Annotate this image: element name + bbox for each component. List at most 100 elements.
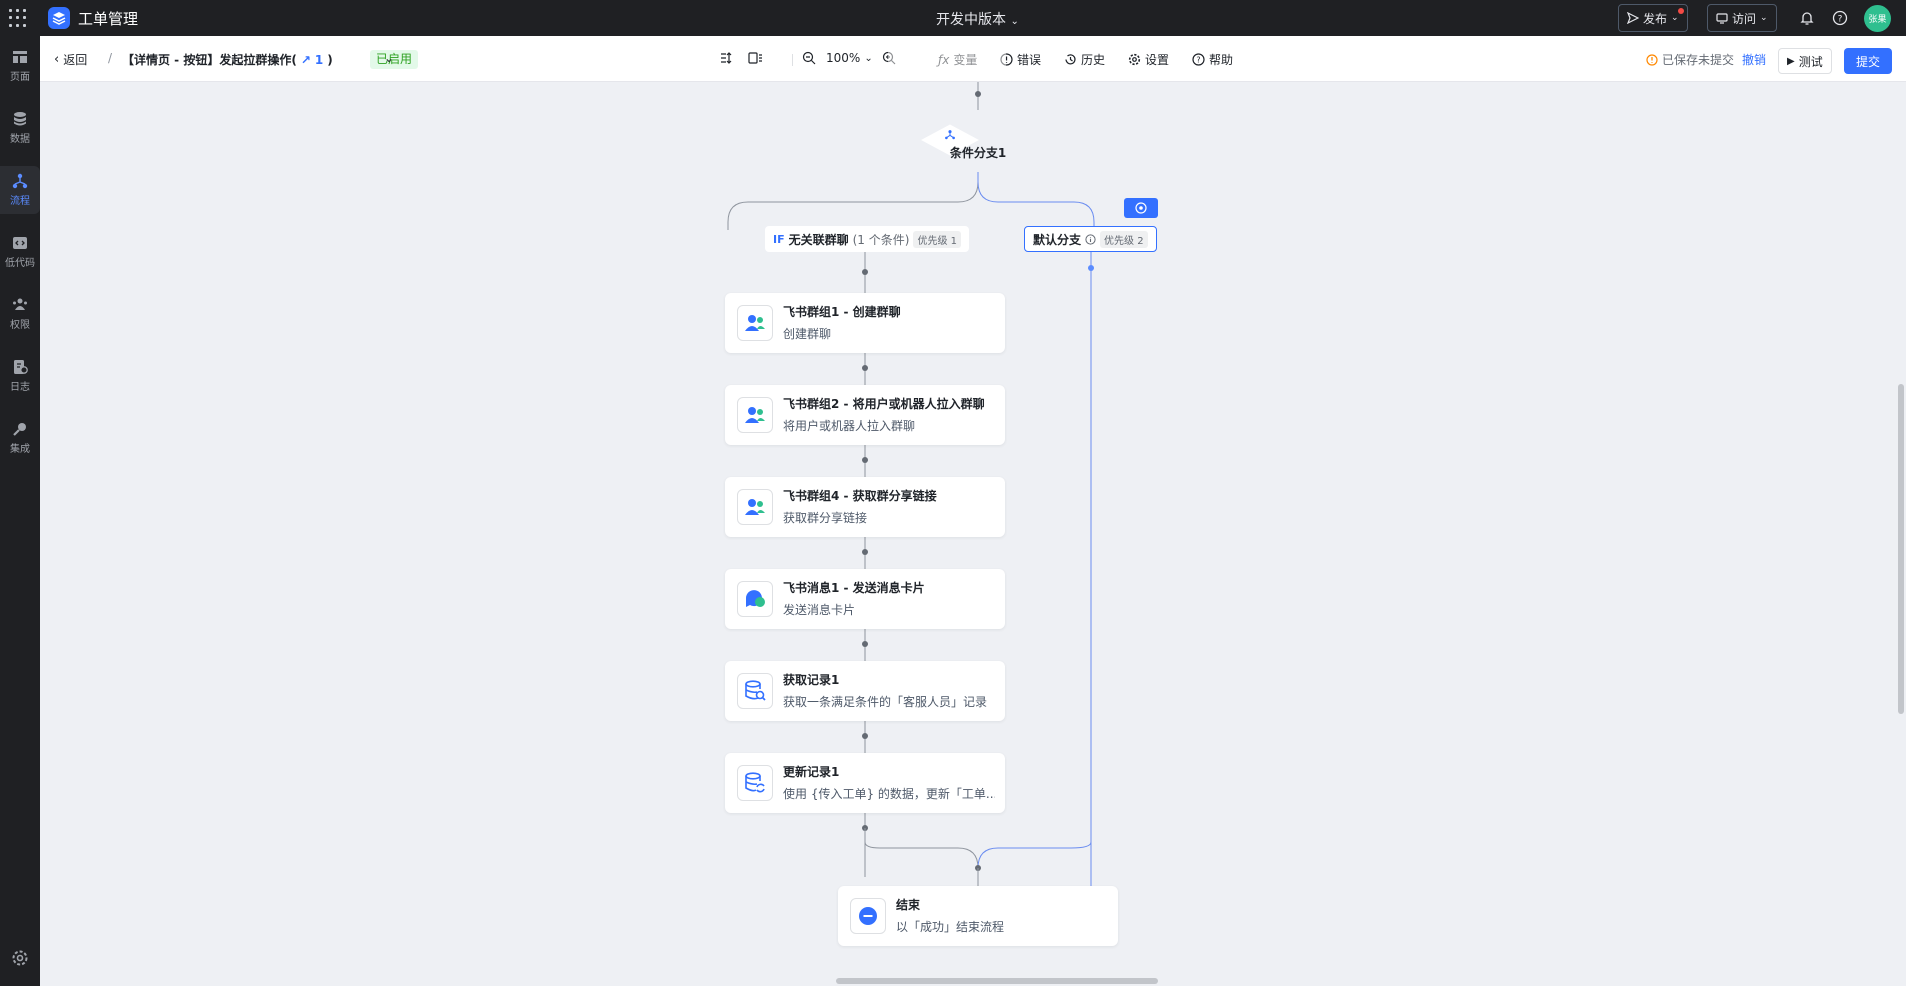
flow-canvas[interactable]: 条件分支1 IF 无关联群聊 (1 个条件) 优先级 1 默认分支 优先级 2 … (40, 36, 1906, 986)
node-title: 飞书群组4 - 获取群分享链接 (783, 489, 937, 503)
chevron-down-icon: ⌄ (864, 52, 873, 64)
settings-gear-icon[interactable] (10, 948, 30, 968)
warning-icon (1646, 53, 1658, 66)
database-icon (14, 112, 26, 126)
branch-name: 无关联群聊 (788, 232, 849, 247)
add-circle-icon (1135, 202, 1147, 214)
settings-button[interactable]: 设置 (1128, 51, 1169, 68)
integration-icon (13, 423, 26, 436)
version-number[interactable]: 1 (315, 53, 323, 67)
back-label: 返回 (63, 53, 88, 67)
save-status: 已保存未提交 (1646, 51, 1734, 68)
flow-node-send-card[interactable]: 飞书消息1 - 发送消息卡片 发送消息卡片 (725, 569, 1005, 629)
flow-node-update-record[interactable]: 更新记录1 使用 {传入工单} 的数据，更新「工单... (725, 753, 1005, 813)
send-icon (1627, 12, 1639, 24)
left-sidebar: 页面 数据 流程 低代码 权限 日志 集成 (0, 36, 40, 986)
top-bar: 工单管理 开发中版本 ⌄ 发布 ⌄ 访问 ⌄ ? 张果 (0, 0, 1906, 36)
question-icon: ? (1192, 53, 1205, 66)
flow-node-get-record[interactable]: 获取记录1 获取一条满足条件的「客服人员」记录 (725, 661, 1005, 721)
play-icon: ▶ (1787, 55, 1795, 67)
visit-button[interactable]: 访问 ⌄ (1707, 4, 1777, 32)
node-subtitle: 将用户或机器人拉入群聊 (783, 419, 916, 433)
pages-icon (13, 51, 27, 63)
flow-node-create-group[interactable]: 飞书群组1 - 创建群聊 创建群聊 (725, 293, 1005, 353)
db-update-icon (737, 765, 773, 801)
sidebar-item-label: 低代码 (5, 258, 35, 269)
node-title: 更新记录1 (783, 765, 840, 779)
flow-title: 【详情页 - 按钮】发起拉群操作( (122, 53, 297, 67)
node-subtitle: 以「成功」结束流程 (896, 920, 1005, 934)
sidebar-item-permission[interactable]: 权限 (0, 290, 40, 338)
test-button[interactable]: ▶ 测试 (1778, 48, 1832, 74)
version-label: 开发中版本 (936, 12, 1006, 28)
bell-icon[interactable] (1798, 9, 1816, 27)
undo-link[interactable]: 撤销 (1742, 51, 1766, 68)
errors-label: 错误 (1017, 53, 1042, 67)
node-subtitle: 发送消息卡片 (783, 603, 856, 617)
flow-node-end[interactable]: 结束 以「成功」结束流程 (838, 886, 1118, 946)
zoom-out-icon[interactable] (802, 51, 816, 65)
chevron-down-icon: ⌄ (1671, 13, 1679, 23)
submit-button[interactable]: 提交 (1844, 48, 1893, 74)
version-selector[interactable]: 开发中版本 ⌄ (936, 9, 1019, 29)
zoom-level-select[interactable]: 100% ⌄ (826, 51, 873, 65)
visit-label: 访问 (1732, 11, 1757, 26)
layout-icon[interactable] (720, 51, 734, 65)
app-grid-icon[interactable] (8, 8, 28, 28)
sidebar-item-label: 权限 (10, 320, 30, 331)
history-button[interactable]: 历史 (1064, 51, 1105, 68)
node-subtitle: 使用 {传入工单} 的数据，更新「工单... (783, 787, 995, 801)
avatar[interactable]: 张果 (1864, 5, 1891, 32)
svg-text:?: ? (1196, 56, 1200, 65)
condition-node[interactable] (920, 110, 980, 170)
if-branch-label[interactable]: IF 无关联群聊 (1 个条件) 优先级 1 (765, 226, 969, 252)
node-title: 飞书群组1 - 创建群聊 (783, 305, 901, 319)
sidebar-item-label: 集成 (10, 444, 30, 455)
breadcrumb: 【详情页 - 按钮】发起拉群操作( ↗ 1 ) (122, 51, 333, 68)
message-icon (737, 581, 773, 617)
monitor-icon (1716, 13, 1728, 24)
branch-icon: ↗ (300, 52, 311, 67)
back-button[interactable]: ‹ 返回 (54, 51, 87, 68)
vertical-scrollbar[interactable] (1898, 384, 1904, 714)
help-button[interactable]: ? 帮助 (1192, 51, 1233, 68)
flow-node-share-link[interactable]: 飞书群组4 - 获取群分享链接 获取群分享链接 (725, 477, 1005, 537)
help-icon[interactable]: ? (1831, 9, 1849, 27)
branch-name: 默认分支 (1033, 232, 1082, 247)
default-branch-label[interactable]: 默认分支 优先级 2 (1024, 226, 1157, 252)
code-icon (13, 237, 27, 249)
publish-label: 发布 (1643, 11, 1668, 26)
priority-badge: 优先级 2 (1100, 230, 1148, 248)
hidden-node (888, 36, 1006, 80)
sidebar-item-pages[interactable]: 页面 (0, 42, 40, 90)
flow-node-add-members[interactable]: 飞书群组2 - 将用户或机器人拉入群聊 将用户或机器人拉入群聊 (725, 385, 1005, 445)
notification-dot (1677, 8, 1684, 14)
horizontal-scrollbar[interactable] (836, 978, 1158, 984)
minimap-icon[interactable] (748, 51, 764, 65)
permission-icon (13, 298, 27, 310)
stop-icon (850, 898, 886, 934)
publish-button[interactable]: 发布 ⌄ (1618, 4, 1688, 32)
sidebar-item-lowcode[interactable]: 低代码 (0, 228, 40, 276)
log-icon (14, 360, 28, 374)
sidebar-item-log[interactable]: 日志 (0, 352, 40, 400)
group-icon (737, 397, 773, 433)
condition-node-label: 条件分支1 (949, 146, 1007, 160)
node-title: 获取记录1 (783, 673, 840, 687)
add-branch-button[interactable] (1124, 198, 1158, 218)
node-subtitle: 获取一条满足条件的「客服人员」记录 (783, 695, 988, 709)
sidebar-item-flow[interactable]: 流程 (0, 166, 40, 214)
save-status-label: 已保存未提交 (1662, 53, 1735, 67)
node-subtitle: 获取群分享链接 (783, 511, 868, 525)
chevron-down-icon[interactable]: ⌄ (384, 51, 394, 65)
sidebar-item-integration[interactable]: 集成 (0, 414, 40, 462)
sidebar-item-data[interactable]: 数据 (0, 104, 40, 152)
chevron-left-icon: ‹ (54, 52, 60, 67)
chevron-down-icon: ⌄ (1760, 13, 1768, 23)
sidebar-item-label: 页面 (10, 72, 30, 83)
app-logo-icon (48, 7, 70, 29)
group-icon (737, 489, 773, 525)
group-icon (737, 305, 773, 341)
svg-text:?: ? (1838, 15, 1843, 25)
errors-button[interactable]: 错误 (1000, 51, 1041, 68)
